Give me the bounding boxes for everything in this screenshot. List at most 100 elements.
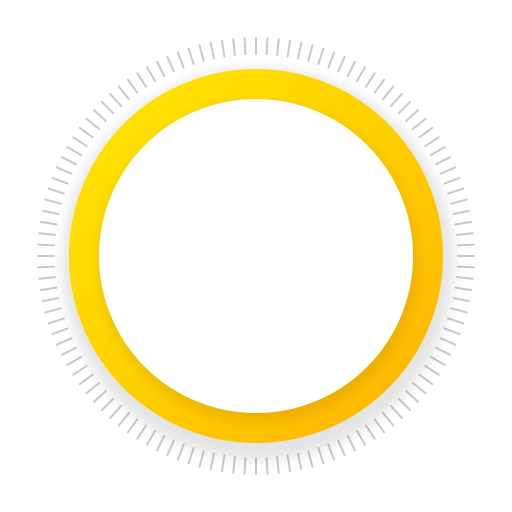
tick-mark <box>198 450 205 468</box>
tick-mark <box>100 397 115 412</box>
tick-mark <box>156 60 166 78</box>
dial-widget[interactable] <box>0 0 512 512</box>
tick-mark <box>434 346 452 356</box>
tick-mark <box>455 276 474 280</box>
tick-mark <box>92 390 107 403</box>
tick-mark <box>44 198 62 205</box>
tick-mark <box>109 405 122 420</box>
tick-mark <box>297 452 303 471</box>
tick-mark <box>337 55 346 73</box>
tick-mark <box>424 136 440 147</box>
tick-mark <box>276 38 280 57</box>
tick-mark <box>418 373 434 386</box>
tick-mark <box>286 39 292 58</box>
tick-mark <box>447 187 465 195</box>
tick-mark <box>47 187 65 195</box>
tick-mark <box>373 418 386 434</box>
tick-mark <box>243 37 247 56</box>
tick-mark <box>117 411 130 427</box>
tick-mark <box>232 38 236 57</box>
tick-mark <box>176 51 185 69</box>
tick-mark <box>209 41 215 60</box>
tick-mark <box>443 327 461 336</box>
tick-mark <box>220 454 226 473</box>
tick-mark <box>66 356 83 366</box>
tick-mark <box>55 166 73 175</box>
tick-mark <box>166 55 175 73</box>
tick-mark <box>356 66 366 83</box>
tick-mark <box>439 166 457 175</box>
tick-mark <box>443 176 461 185</box>
tick-mark <box>452 209 471 215</box>
tick-mark <box>418 126 434 139</box>
tick-mark <box>85 117 101 130</box>
tick-mark <box>66 146 83 156</box>
tick-mark <box>47 317 65 325</box>
tick-mark <box>297 41 303 60</box>
tick-mark <box>39 220 58 226</box>
tick-mark <box>346 434 356 452</box>
tick-mark <box>187 447 195 465</box>
tick-mark <box>327 51 336 69</box>
tick-mark <box>429 356 446 366</box>
tick-mark <box>405 109 420 122</box>
tick-mark <box>327 443 336 461</box>
tick-mark <box>92 109 107 122</box>
tick-mark <box>37 243 56 247</box>
tick-mark <box>307 44 314 62</box>
tick-mark <box>187 47 195 65</box>
tick-mark <box>78 373 94 386</box>
tick-mark <box>126 78 139 94</box>
tick-mark <box>434 156 452 166</box>
tick-mark <box>397 397 412 412</box>
tick-mark <box>456 243 475 247</box>
tick-mark <box>39 286 58 292</box>
dial-graphic <box>37 37 475 475</box>
tick-mark <box>382 85 395 101</box>
tick-mark <box>390 405 403 420</box>
tick-mark <box>390 92 403 107</box>
tick-mark <box>424 365 440 376</box>
tick-mark <box>209 452 215 471</box>
tick-mark <box>41 297 60 303</box>
tick-mark <box>37 265 56 269</box>
tick-mark <box>276 455 280 474</box>
tick-mark <box>307 450 314 468</box>
tick-mark <box>38 276 57 280</box>
tick-mark <box>146 429 156 446</box>
dial-face[interactable] <box>99 99 413 413</box>
tick-mark <box>452 297 471 303</box>
tick-mark <box>337 439 346 457</box>
tick-mark <box>117 85 130 101</box>
tick-mark <box>411 117 427 130</box>
tick-mark <box>55 337 73 346</box>
tick-mark <box>454 220 473 226</box>
tick-mark <box>60 156 78 166</box>
tick-mark <box>286 454 292 473</box>
tick-mark <box>447 317 465 325</box>
tick-mark <box>60 346 78 356</box>
tick-mark <box>100 100 115 115</box>
tick-mark <box>220 39 226 58</box>
tick-mark <box>51 327 69 336</box>
tick-mark <box>41 209 60 215</box>
tick-mark <box>78 126 94 139</box>
tick-mark <box>126 418 139 434</box>
tick-mark <box>146 66 156 83</box>
tick-mark <box>44 307 62 314</box>
tick-mark <box>232 455 236 474</box>
tick-mark <box>265 456 269 475</box>
tick-mark <box>109 92 122 107</box>
tick-mark <box>156 434 166 452</box>
tick-mark <box>136 424 147 440</box>
tick-mark <box>454 286 473 292</box>
tick-mark <box>411 382 427 395</box>
tick-mark <box>72 365 88 376</box>
tick-mark <box>51 176 69 185</box>
tick-mark <box>166 439 175 457</box>
tick-mark <box>176 443 185 461</box>
tick-mark <box>243 456 247 475</box>
tick-mark <box>429 146 446 156</box>
tick-mark <box>456 265 475 269</box>
tick-mark <box>405 390 420 403</box>
